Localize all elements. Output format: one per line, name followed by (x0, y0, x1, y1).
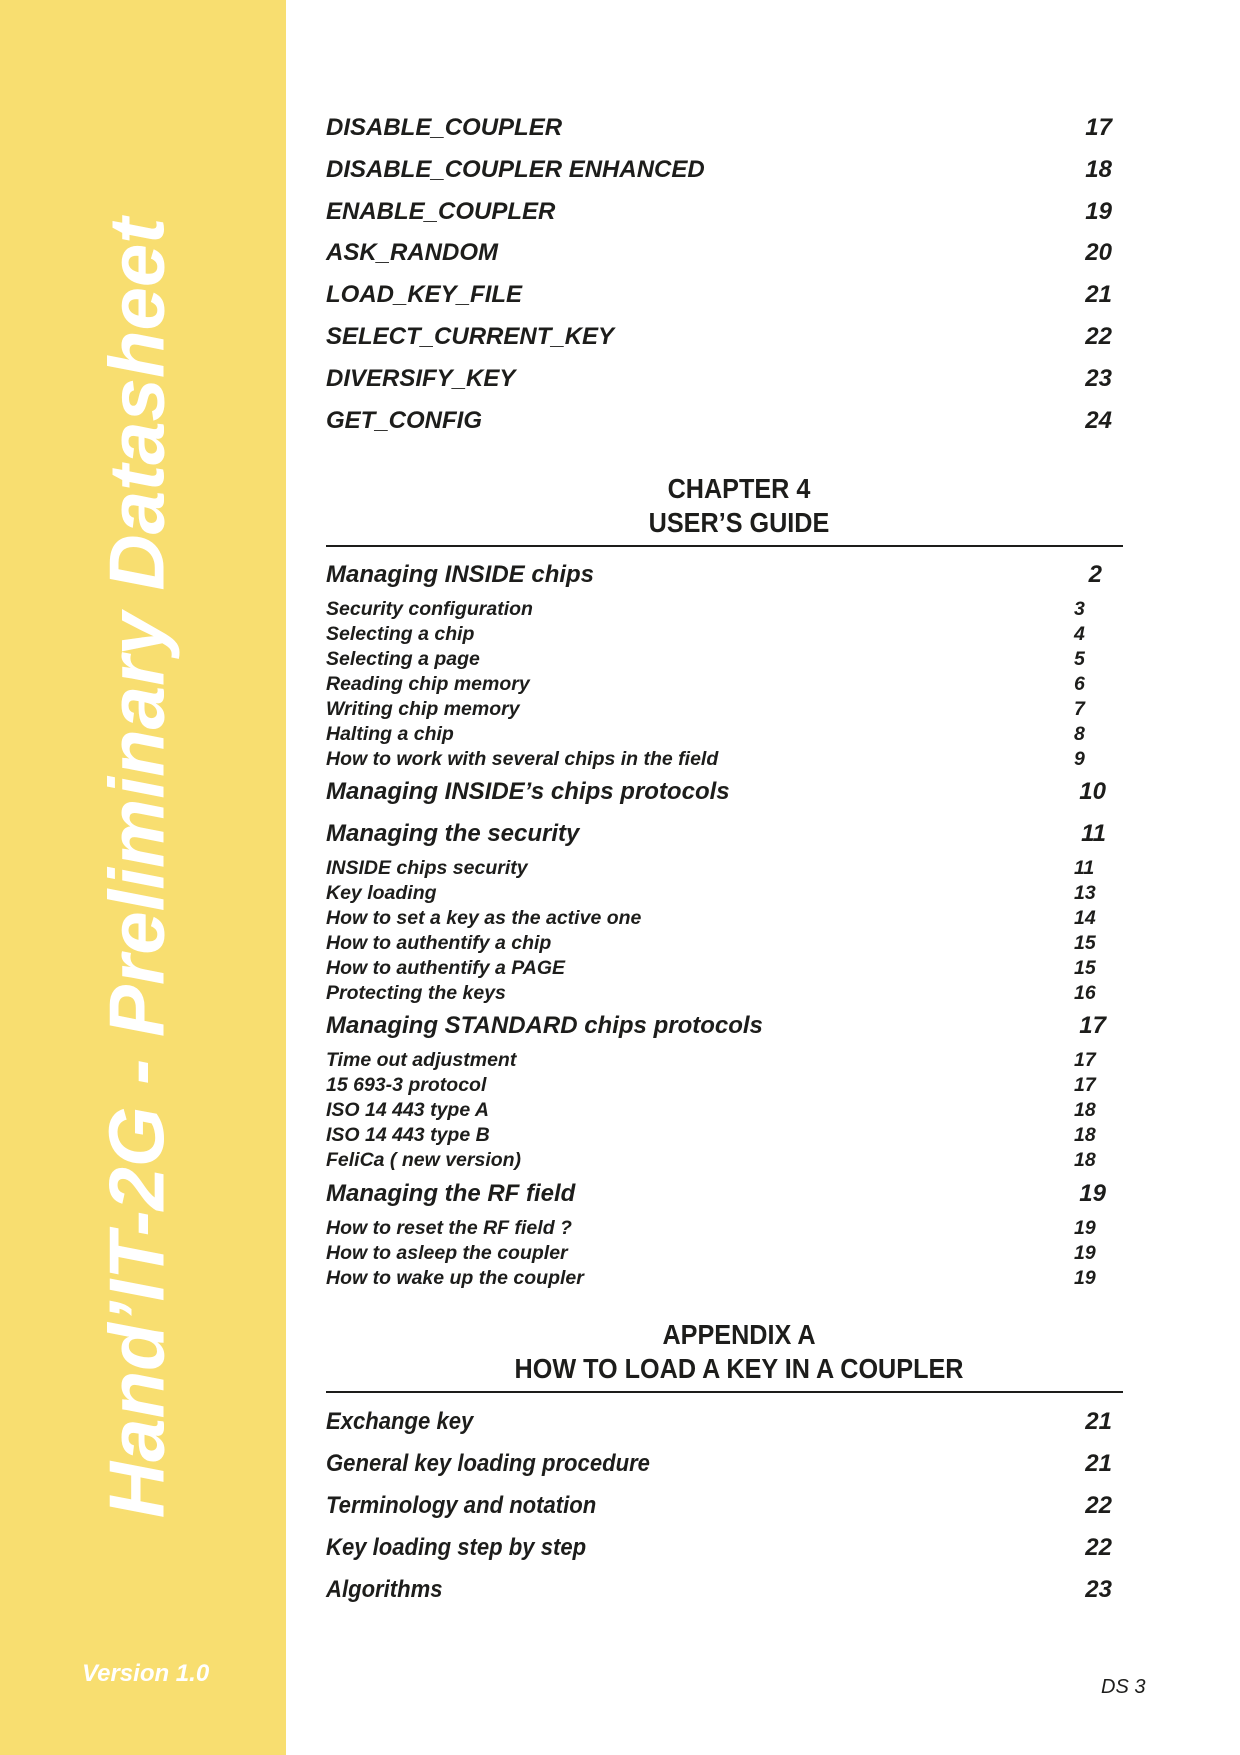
toc-subentry-page: 16 (1074, 982, 1096, 1004)
toc-subentry-label: How to wake up the coupler (326, 1267, 584, 1289)
toc-subentry-page: 17 (1074, 1049, 1096, 1071)
toc-section-label: Managing the RF field (326, 1180, 576, 1207)
toc-subentry-label: How to authentify a PAGE (326, 957, 566, 979)
toc-subentry-label: Reading chip memory (326, 673, 530, 695)
toc-subentry-page: 17 (1074, 1074, 1096, 1096)
toc-subentry-label: Halting a chip (326, 723, 454, 745)
divider (326, 1391, 1123, 1393)
toc-entry-page: 22 (1085, 1534, 1112, 1561)
toc-entry-label: Exchange key (326, 1408, 474, 1435)
toc-entry-label: ASK_RANDOM (326, 239, 499, 266)
toc-entry-label: DIVERSIFY_KEY (326, 365, 516, 392)
toc-section-page: 17 (1079, 1012, 1106, 1039)
chapter-title: USER’S GUIDE (648, 507, 830, 538)
toc-entry-label: LOAD_KEY_FILE (326, 281, 523, 308)
toc-subentry-label: FeliCa ( new version) (326, 1149, 522, 1171)
toc-subentry-page: 11 (1074, 857, 1095, 879)
toc-entry-page: 19 (1085, 198, 1112, 225)
toc-entry-label: GET_CONFIG (326, 407, 483, 434)
toc-entry-label: Terminology and notation (326, 1492, 597, 1519)
toc-entry-label: Key loading step by step (326, 1534, 587, 1561)
toc-subentry-page: 5 (1074, 648, 1085, 670)
toc-section-page: 11 (1081, 820, 1106, 847)
toc-entry-page: 17 (1085, 114, 1112, 141)
toc-subentry-label: How to set a key as the active one (326, 907, 642, 929)
toc-subentry-page: 19 (1074, 1242, 1096, 1264)
toc-subentry-label: How to work with several chips in the fi… (326, 748, 719, 770)
toc-subentry-label: How to reset the RF field ? (326, 1217, 572, 1239)
toc-subentry-label: Key loading (326, 882, 437, 904)
document-title-vertical: Hand’IT-2G - Preliminary Datasheet (92, 217, 181, 1519)
toc-subentry-label: Security configuration (326, 598, 533, 620)
toc-subentry-page: 18 (1074, 1099, 1096, 1121)
toc-subentry-page: 7 (1074, 698, 1085, 720)
toc-subentry-label: ISO 14 443 type B (326, 1124, 490, 1146)
toc-entry-page: 23 (1085, 365, 1112, 392)
toc-subentry-page: 18 (1074, 1124, 1096, 1146)
toc-subentry-label: 15 693-3 protocol (326, 1074, 487, 1096)
toc-entry-label: DISABLE_COUPLER ENHANCED (326, 156, 705, 183)
version-label: Version 1.0 (82, 1660, 210, 1687)
toc-subentry-page: 13 (1074, 882, 1096, 904)
toc-entry-label: SELECT_CURRENT_KEY (326, 323, 615, 350)
toc-subentry-page: 18 (1074, 1149, 1096, 1171)
toc-section-label: Managing INSIDE’s chips protocols (326, 778, 730, 805)
toc-entry-page: 21 (1085, 1450, 1112, 1477)
toc-subentry-page: 15 (1074, 932, 1096, 954)
toc-subentry-page: 14 (1074, 907, 1096, 929)
toc-subentry-label: Time out adjustment (326, 1049, 517, 1071)
toc-section-label: Managing STANDARD chips protocols (326, 1012, 763, 1039)
toc-section-label: Managing the security (326, 820, 580, 847)
toc-section-page: 19 (1079, 1180, 1106, 1207)
toc-subentry-label: INSIDE chips security (326, 857, 528, 879)
toc-entry-page: 18 (1085, 156, 1112, 183)
appendix-heading: APPENDIX A HOW TO LOAD A KEY IN A COUPLE… (367, 1318, 1110, 1386)
divider (326, 545, 1123, 547)
toc-subentry-page: 9 (1074, 748, 1085, 770)
toc-entry-label: ENABLE_COUPLER (326, 198, 556, 225)
toc-entry-page: 22 (1085, 323, 1112, 350)
chapter-number: CHAPTER 4 (667, 473, 811, 504)
toc-subentry-label: How to asleep the coupler (326, 1242, 568, 1264)
toc-subentry-page: 19 (1074, 1267, 1096, 1289)
toc-entry-page: 21 (1085, 281, 1112, 308)
toc-entry-page: 24 (1085, 407, 1112, 434)
toc-entry-page: 23 (1085, 1576, 1112, 1603)
page-number: DS 3 (1101, 1676, 1146, 1698)
chapter-heading: CHAPTER 4 USER’S GUIDE (367, 472, 1110, 540)
toc-subentry-label: Selecting a page (326, 648, 480, 670)
toc-subentry-label: Protecting the keys (326, 982, 506, 1004)
toc-subentry-label: How to authentify a chip (326, 932, 552, 954)
toc-subentry-label: Selecting a chip (326, 623, 475, 645)
toc-subentry-label: Writing chip memory (326, 698, 520, 720)
toc-entry-label: DISABLE_COUPLER (326, 114, 563, 141)
toc-subentry-label: ISO 14 443 type A (326, 1099, 489, 1121)
sidebar-band: Hand’IT-2G - Preliminary Datasheet Versi… (0, 0, 286, 1755)
appendix-title: HOW TO LOAD A KEY IN A COUPLER (514, 1353, 964, 1384)
appendix-number: APPENDIX A (662, 1319, 816, 1350)
toc-entry-page: 21 (1085, 1408, 1112, 1435)
toc-section-page: 10 (1079, 778, 1106, 805)
toc-section-page: 2 (1088, 561, 1102, 588)
toc-subentry-page: 8 (1074, 723, 1085, 745)
toc-entry-page: 20 (1085, 239, 1112, 266)
toc-subentry-page: 19 (1074, 1217, 1096, 1239)
toc-entry-label: Algorithms (326, 1576, 443, 1603)
toc-subentry-page: 3 (1074, 598, 1085, 620)
toc-entry-page: 22 (1085, 1492, 1112, 1519)
toc-entry-label: General key loading procedure (326, 1450, 650, 1477)
toc-subentry-page: 4 (1074, 623, 1085, 645)
toc-section-label: Managing INSIDE chips (326, 561, 595, 588)
toc-subentry-page: 6 (1074, 673, 1085, 695)
toc-subentry-page: 15 (1074, 957, 1096, 979)
